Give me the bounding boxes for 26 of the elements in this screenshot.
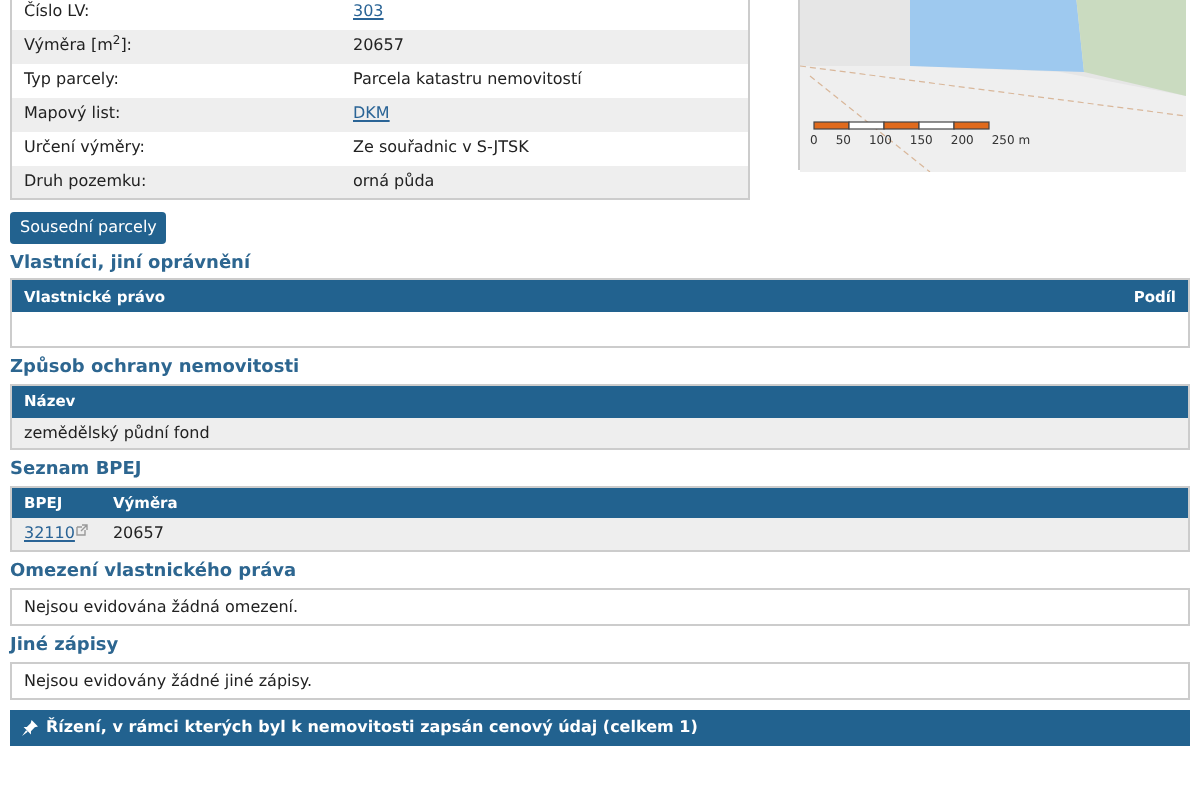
section-heading: Seznam BPEJ (10, 460, 144, 482)
external-link-icon (76, 524, 89, 537)
banner-title: Řízení, v rámci kterých byl k nemovitosti zapsán cenový údaj (celkem 1) (46, 717, 698, 737)
section-heading: Způsob ochrany nemovitosti (10, 358, 302, 381)
field-value: 20657 (353, 36, 404, 55)
field-label: Výměra [m$^{2}$]: (11, 29, 341, 63)
section-text: Nejsou evidovány žádné jiné zápisy. (24, 671, 313, 690)
pin-icon (22, 719, 38, 736)
field-label: Mapový list: (11, 97, 341, 131)
value-link[interactable]: 303 (353, 2, 384, 21)
section-heading: Omezení vlastnického práva (10, 561, 299, 584)
value-link[interactable]: DKM (353, 104, 390, 123)
neighbors-button[interactable]: Sousední parcely (10, 212, 167, 244)
section-text: Nejsou evidována žádná omezení. (24, 597, 299, 616)
table-cell: 20657 (112, 524, 164, 543)
map-drawing[interactable] (800, 0, 1186, 172)
field-label: Určení výměry: (11, 131, 341, 165)
section-heading: Jiné zápisy (10, 635, 121, 658)
field-label: Druh pozemku: (11, 165, 341, 199)
section-heading: Vlastníci, jiní oprávnění (10, 253, 253, 275)
table-cell: zemědělský půdní fond (24, 423, 210, 442)
field-label: Číslo LV: (11, 0, 341, 29)
field-value: orná půda (353, 171, 435, 190)
field-label: Typ parcely: (11, 63, 341, 97)
field-value: Ze souřadnic v S-JTSK (353, 138, 529, 157)
field-value: Parcela katastru nemovitostí (353, 70, 582, 89)
